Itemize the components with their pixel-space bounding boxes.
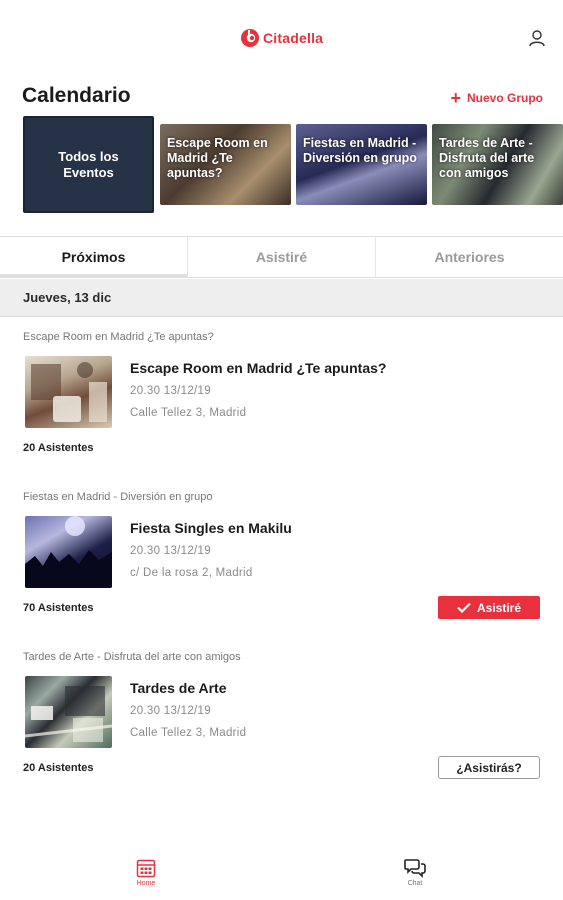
event-thumbnail[interactable] xyxy=(25,676,112,748)
event-thumbnail[interactable] xyxy=(25,356,112,428)
nav-chat[interactable]: Chat xyxy=(385,858,445,887)
date-header: Jueves, 13 dic xyxy=(0,279,563,317)
calendar-grid-icon xyxy=(136,859,156,878)
group-card-escape-room[interactable]: Escape Room en Madrid ¿Te apuntas? xyxy=(160,124,291,205)
event-title: Fiesta Singles en Makilu xyxy=(130,520,292,536)
event-attendees: 70 Asistentes xyxy=(23,602,94,614)
tab-asistire[interactable]: Asistiré xyxy=(188,237,376,277)
event-item[interactable]: Fiestas en Madrid - Diversión en grupo F… xyxy=(0,491,563,631)
app-logo[interactable]: Citadella xyxy=(240,28,323,48)
event-photo-icon xyxy=(25,516,112,588)
app-name: Citadella xyxy=(263,30,324,46)
event-title: Tardes de Arte xyxy=(130,680,227,696)
tab-proximos[interactable]: Próximos xyxy=(0,237,188,277)
attending-label: Asistiré xyxy=(476,600,522,615)
top-bar: Citadella xyxy=(0,0,563,70)
event-location: Calle Tellez 3, Madrid xyxy=(130,407,247,419)
nav-home[interactable]: Home xyxy=(116,858,176,887)
event-attendees: 20 Asistentes xyxy=(23,442,94,454)
event-title: Escape Room en Madrid ¿Te apuntas? xyxy=(130,360,387,376)
checkmark-icon xyxy=(457,602,471,613)
new-group-label: Nuevo Grupo xyxy=(466,91,543,105)
user-icon xyxy=(529,30,545,47)
event-group-name: Escape Room en Madrid ¿Te apuntas? xyxy=(23,331,214,343)
event-location: Calle Tellez 3, Madrid xyxy=(130,727,247,739)
group-card-tardes-arte[interactable]: Tardes de Arte - Disfruta del arte con a… xyxy=(432,124,563,205)
event-time: 20.30 13/12/19 xyxy=(130,705,211,717)
event-item[interactable]: Escape Room en Madrid ¿Te apuntas? Escap… xyxy=(0,331,563,471)
event-group-name: Tardes de Arte - Disfruta del arte con a… xyxy=(23,651,241,663)
event-tabs: Próximos Asistiré Anteriores xyxy=(0,236,563,278)
event-time: 20.30 13/12/19 xyxy=(130,545,211,557)
bottom-navigation: Home Chat xyxy=(0,850,563,900)
group-card-label: Tardes de Arte - Disfruta del arte con a… xyxy=(439,136,535,180)
citadella-logo-icon xyxy=(240,28,260,48)
group-card-label: Todos los Eventos xyxy=(58,148,119,180)
page-title: Calendario xyxy=(22,84,131,107)
group-card-fiestas[interactable]: Fiestas en Madrid - Diversión en grupo xyxy=(296,124,427,205)
group-card-label: Fiestas en Madrid - Diversión en grupo xyxy=(303,136,417,165)
event-time: 20.30 13/12/19 xyxy=(130,385,211,397)
attending-button[interactable]: Asistiré xyxy=(438,596,540,619)
group-card-all-events[interactable]: Todos los Eventos xyxy=(23,116,154,213)
event-photo-icon xyxy=(25,686,112,742)
event-location: c/ De la rosa 2, Madrid xyxy=(130,567,253,579)
event-item[interactable]: Tardes de Arte - Disfruta del arte con a… xyxy=(0,651,563,791)
new-group-button[interactable]: + Nuevo Grupo xyxy=(450,88,543,108)
nav-home-label: Home xyxy=(136,880,156,887)
plus-icon: + xyxy=(450,88,461,108)
profile-button[interactable] xyxy=(525,26,549,50)
group-carousel[interactable]: Todos los Eventos Escape Room en Madrid … xyxy=(23,116,563,213)
will-attend-button[interactable]: ¿Asistirás? xyxy=(438,756,540,779)
event-photo-icon xyxy=(31,362,107,422)
event-thumbnail[interactable] xyxy=(25,516,112,588)
tab-anteriores[interactable]: Anteriores xyxy=(376,237,563,277)
event-group-name: Fiestas en Madrid - Diversión en grupo xyxy=(23,491,213,503)
group-card-label: Escape Room en Madrid ¿Te apuntas? xyxy=(167,136,268,180)
event-attendees: 20 Asistentes xyxy=(23,762,94,774)
nav-chat-label: Chat xyxy=(407,880,423,887)
chat-bubbles-icon xyxy=(404,859,426,878)
